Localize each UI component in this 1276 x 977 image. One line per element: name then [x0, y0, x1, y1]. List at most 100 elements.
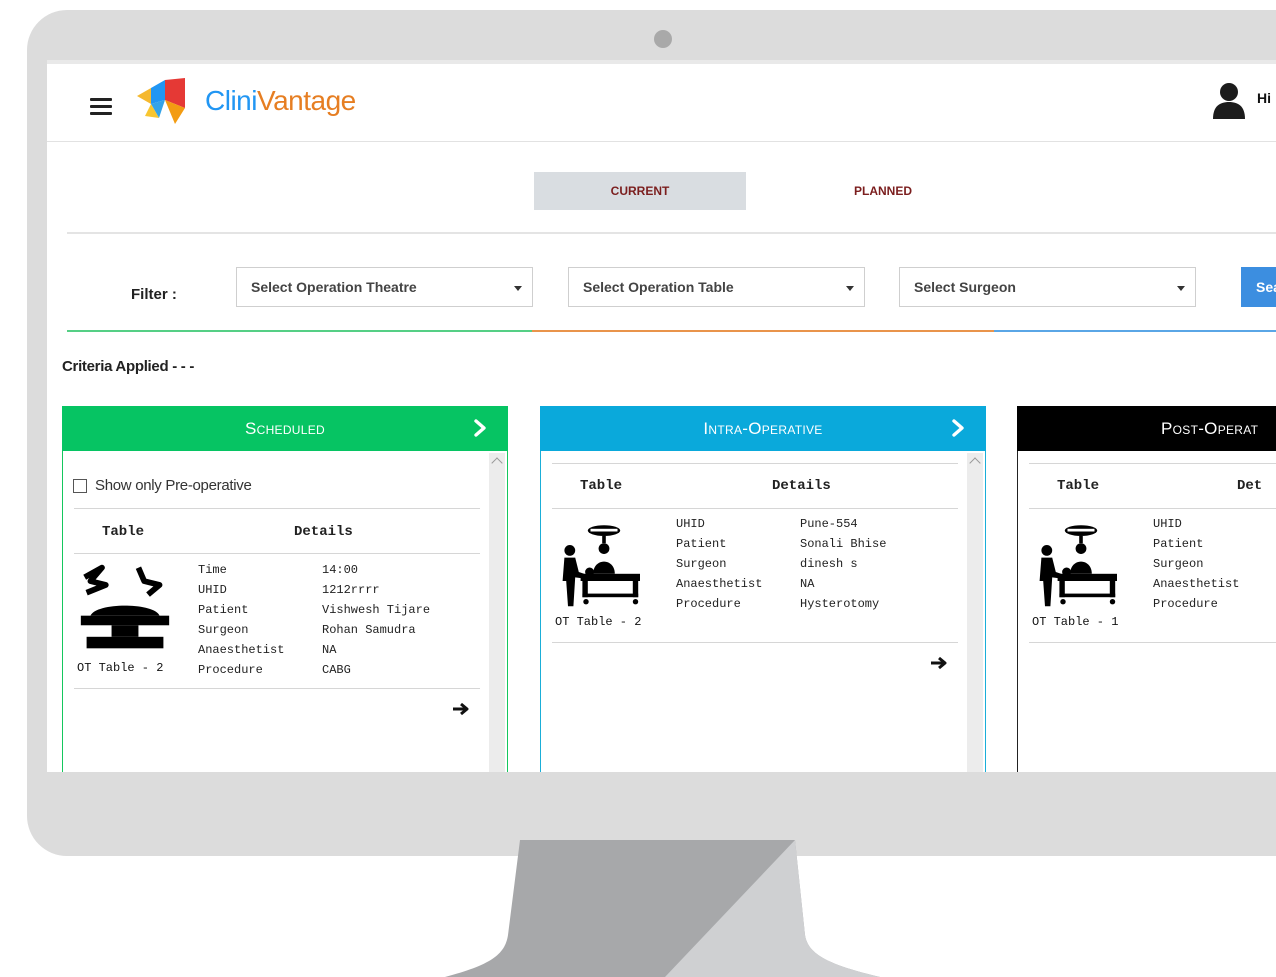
- status-tabs: Current Planned: [47, 172, 1276, 212]
- detail-key: Time: [198, 563, 227, 577]
- divider: [1029, 508, 1276, 509]
- detail-key: Surgeon: [676, 557, 727, 571]
- detail-value: CABG: [322, 663, 351, 677]
- tabs-divider: [67, 232, 1276, 234]
- camera-dot: [654, 30, 672, 48]
- operation-table-select[interactable]: Select Operation Table: [568, 267, 865, 307]
- col-details-header: Det: [1237, 478, 1263, 494]
- col-details-header: Details: [772, 478, 831, 494]
- tab-planned[interactable]: Planned: [777, 172, 989, 210]
- operation-table-select-value: Select Operation Table: [583, 279, 734, 295]
- caret-down-icon: [1177, 286, 1185, 291]
- divider: [74, 688, 480, 689]
- detail-key: Procedure: [1153, 597, 1218, 611]
- app-screen: CliniVantage Hi Current Planned Filter :…: [47, 60, 1276, 772]
- intra-operative-details: UHID Pune-554 Patient Sonali Bhise Surgeon…: [676, 516, 886, 613]
- search-button[interactable]: Sea: [1241, 267, 1276, 307]
- intra-operative-panel: Intra-Operative Table Details OT Table -…: [540, 406, 986, 772]
- detail-value: Pune-554: [800, 517, 858, 531]
- monitor-mockup: CliniVantage Hi Current Planned Filter :…: [0, 0, 1276, 977]
- detail-value: 1212rrrr: [322, 583, 380, 597]
- detail-key: Anaesthetist: [676, 577, 763, 591]
- scroll-up-icon[interactable]: [969, 457, 981, 469]
- detail-value: 14:00: [322, 563, 359, 577]
- app-logo[interactable]: CliniVantage: [135, 78, 385, 128]
- scrollbar[interactable]: [489, 453, 505, 772]
- logo-text-vantage: Vantage: [256, 85, 356, 116]
- divider: [552, 508, 958, 509]
- logo-mark-icon: [137, 78, 185, 124]
- detail-value: Vishwesh Tijare: [322, 603, 431, 617]
- detail-value: NA: [800, 577, 815, 591]
- app-header: CliniVantage Hi: [47, 60, 1276, 142]
- scheduled-panel-header: Scheduled: [62, 406, 508, 451]
- detail-key: UHID: [676, 517, 705, 531]
- caret-down-icon: [514, 286, 522, 291]
- user-greeting: Hi: [1257, 90, 1271, 106]
- divider: [74, 508, 480, 509]
- divider: [74, 553, 480, 554]
- detail-value: NA: [322, 643, 337, 657]
- post-operative-panel-title: Post-Operat: [1161, 418, 1259, 438]
- detail-key: Surgeon: [198, 623, 249, 637]
- logo-text: CliniVantage: [205, 85, 356, 117]
- col-table-header: Table: [580, 478, 623, 494]
- divider: [552, 642, 958, 643]
- scheduled-panel-title: Scheduled: [244, 418, 326, 438]
- divider-orange: [532, 330, 994, 332]
- divider-green: [67, 330, 532, 332]
- detail-key: Anaesthetist: [1153, 577, 1240, 591]
- post-operative-panel-header: Post-Operat: [1017, 406, 1276, 451]
- detail-value: Sonali Bhise: [800, 537, 887, 551]
- intra-operative-panel-title: Intra-Operative: [703, 418, 823, 438]
- detail-key: Surgeon: [1153, 557, 1204, 571]
- scheduled-details: Time 14:00 UHID 1212rrrr Patient Vishwesh T…: [198, 562, 430, 679]
- show-only-preop-checkbox[interactable]: [73, 478, 87, 493]
- divider: [1029, 463, 1276, 464]
- intra-operative-panel-header: Intra-Operative: [540, 406, 986, 451]
- show-only-preop-toggle[interactable]: Show only Pre-operative: [73, 477, 252, 494]
- surgery-in-progress-icon: [562, 525, 640, 607]
- detail-key: Procedure: [676, 597, 741, 611]
- divider: [1029, 642, 1276, 643]
- ot-table-label: OT Table - 1: [1032, 615, 1119, 629]
- logo-text-clini: Clini: [205, 85, 257, 116]
- operation-theatre-select[interactable]: Select Operation Theatre: [236, 267, 533, 307]
- surgeon-select[interactable]: Select Surgeon: [899, 267, 1196, 307]
- detail-key: Patient: [198, 603, 249, 617]
- ot-table-label: OT Table - 2: [555, 615, 642, 629]
- ot-table-label: OT Table - 2: [77, 661, 164, 675]
- col-table-header: Table: [102, 524, 145, 540]
- hamburger-icon[interactable]: [90, 98, 112, 116]
- detail-key: Patient: [676, 537, 727, 551]
- detail-key: Procedure: [198, 663, 263, 677]
- surgery-in-progress-icon: [1039, 525, 1117, 607]
- detail-key: UHID: [1153, 517, 1182, 531]
- operation-table-icon: [80, 564, 170, 649]
- divider-blue: [994, 330, 1276, 332]
- caret-down-icon: [846, 286, 854, 291]
- operation-theatre-select-value: Select Operation Theatre: [251, 279, 417, 295]
- divider: [552, 463, 958, 464]
- chevron-right-icon[interactable]: [948, 418, 968, 438]
- filter-label: Filter :: [131, 286, 177, 303]
- detail-value: Hysterotomy: [800, 597, 880, 611]
- arrow-right-icon[interactable]: [451, 701, 471, 717]
- col-table-header: Table: [1057, 478, 1100, 494]
- post-operative-details: UHID Patient Surgeon Anaesthetist Proced…: [1153, 516, 1276, 613]
- show-only-preop-label: Show only Pre-operative: [95, 477, 252, 494]
- scrollbar[interactable]: [967, 453, 983, 772]
- surgeon-select-value: Select Surgeon: [914, 279, 1016, 295]
- detail-value: Rohan Samudra: [322, 623, 416, 637]
- arrow-right-icon[interactable]: [929, 655, 949, 671]
- chevron-right-icon[interactable]: [470, 418, 490, 438]
- user-icon[interactable]: [1212, 82, 1246, 120]
- tab-current[interactable]: Current: [534, 172, 746, 210]
- scheduled-panel: Scheduled Show only Pre-operative Table …: [62, 406, 508, 772]
- detail-value: dinesh s: [800, 557, 858, 571]
- post-operative-panel: Post-Operat Table Det OT Table - 1 UHID …: [1017, 406, 1276, 772]
- scroll-up-icon[interactable]: [491, 457, 503, 469]
- criteria-applied: Criteria Applied - - -: [62, 358, 195, 375]
- detail-key: Anaesthetist: [198, 643, 285, 657]
- detail-key: Patient: [1153, 537, 1204, 551]
